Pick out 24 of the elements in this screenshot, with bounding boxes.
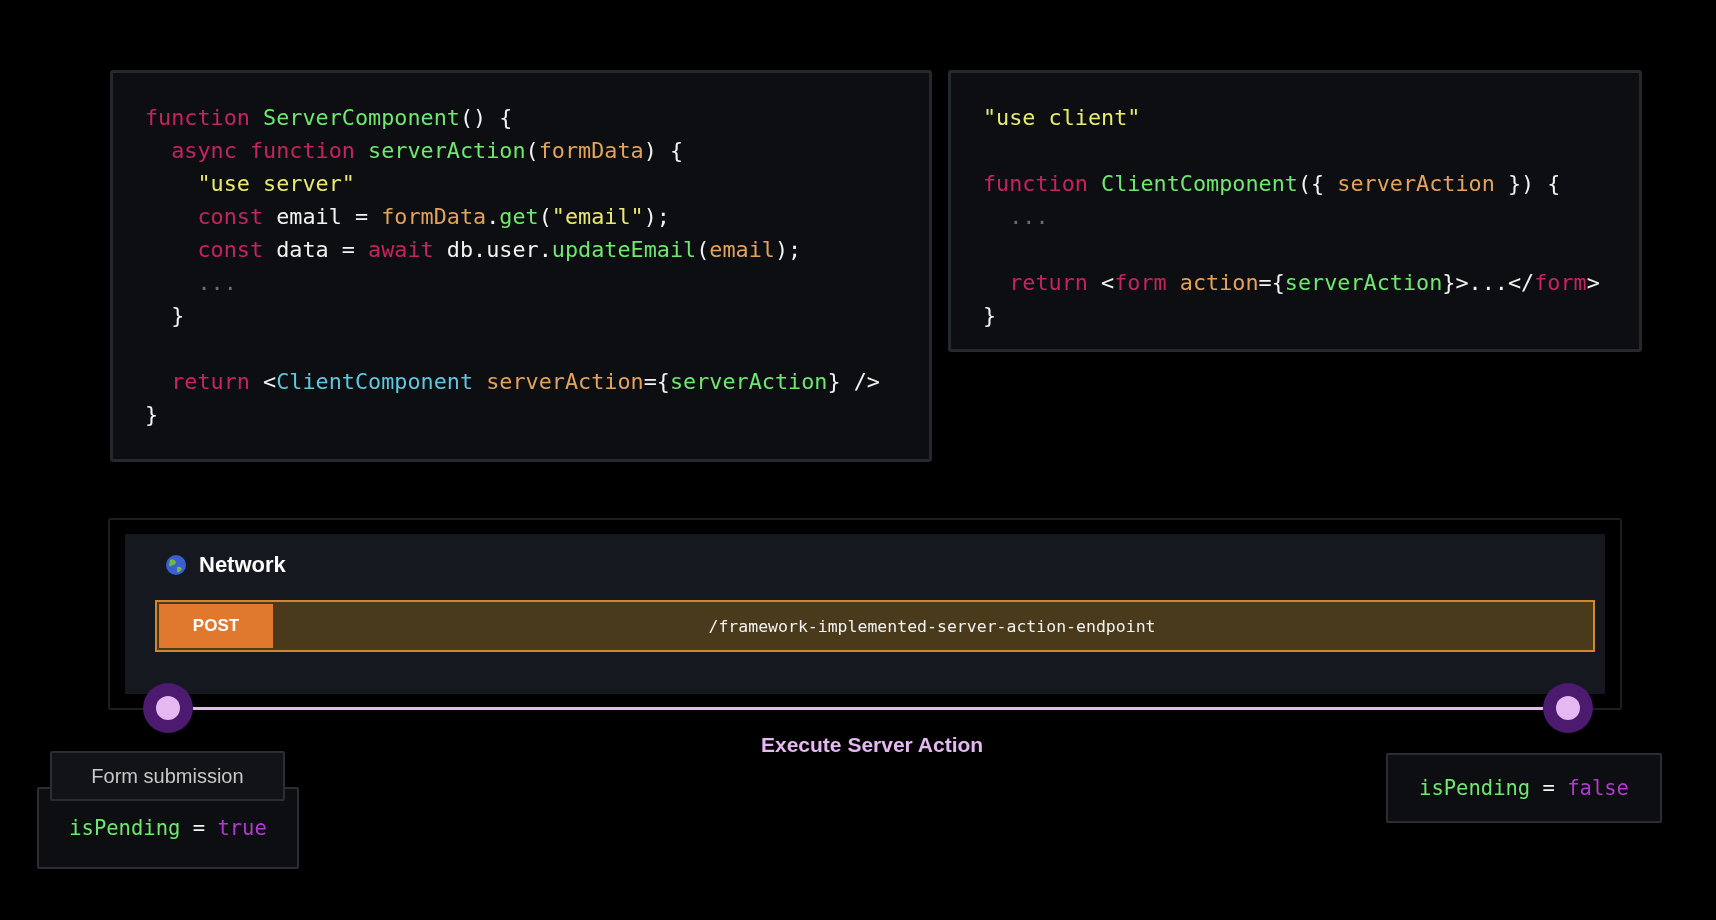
state-code: isPending = false [1419, 776, 1629, 800]
method-badge: POST [159, 604, 273, 648]
timeline-dot [143, 683, 193, 733]
code-line: ... [1008, 203, 1049, 231]
timeline-label: Execute Server Action [761, 733, 984, 757]
code-line: "use server" [196, 170, 355, 198]
code-line: function ClientComponent({ serverAction }) { [983, 170, 1561, 198]
code-line: return <ClientComponent serverAction={serverAction} /> [170, 368, 880, 396]
timeline-dot [1543, 683, 1593, 733]
code-line: async function serverAction(formData) { [170, 137, 684, 165]
request-url: /framework-implemented-server-action-endpoint [707, 615, 1157, 638]
form-submission-label: Form submission [50, 751, 285, 801]
code-line: function ServerComponent() { [145, 104, 513, 132]
code-line: } [983, 302, 997, 330]
code-line: const data = await db.user.updateEmail(email); [196, 236, 802, 264]
code-line: } [170, 302, 185, 330]
state-code: isPending = true [69, 816, 267, 840]
code-line: "use client" [983, 104, 1141, 132]
code-line: const email = formData.get("email"); [196, 203, 670, 231]
network-title: Network [199, 552, 286, 578]
globe-icon [165, 554, 187, 576]
code-line: ... [196, 269, 237, 297]
code-line: return <form action={serverAction}>...</form> [1008, 269, 1600, 297]
code-line: } [145, 401, 159, 429]
